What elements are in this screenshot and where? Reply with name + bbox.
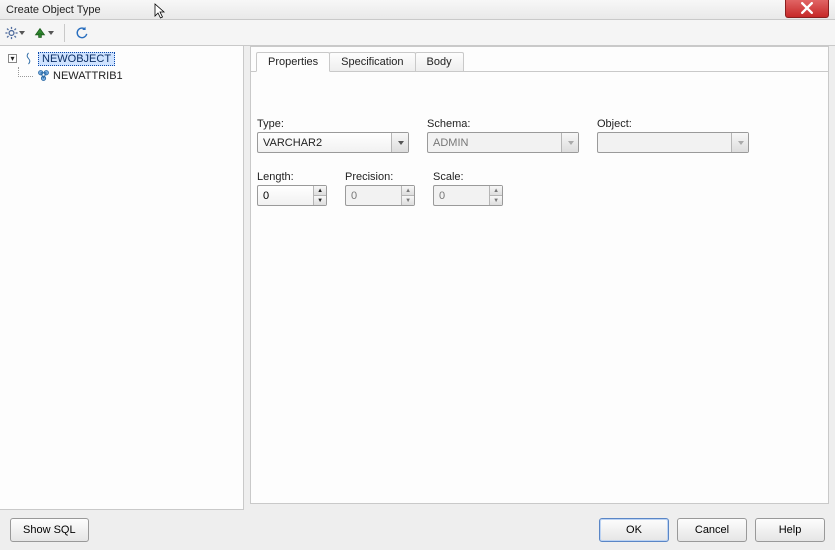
window-title: Create Object Type	[6, 4, 101, 16]
help-button[interactable]: Help	[755, 518, 825, 542]
chevron-down-icon	[19, 31, 25, 35]
scale-input	[439, 190, 489, 202]
chevron-down-icon	[48, 31, 54, 35]
tab-properties-label: Properties	[268, 56, 318, 68]
tabs: Properties Specification Body	[251, 47, 828, 72]
close-button[interactable]	[785, 0, 829, 18]
object-type-icon	[21, 52, 35, 66]
scale-spinner: ▲▼	[433, 185, 503, 206]
tool-refresh-button[interactable]	[71, 23, 93, 43]
cancel-label: Cancel	[695, 524, 729, 536]
chevron-down-icon	[391, 133, 408, 152]
tab-body-label: Body	[427, 56, 452, 68]
length-input[interactable]	[263, 190, 313, 202]
tab-properties[interactable]: Properties	[256, 52, 330, 72]
toolbar	[0, 20, 835, 46]
tab-panel-properties: Type: VARCHAR2 Schema: ADMIN	[251, 72, 828, 503]
chevron-down-icon	[561, 133, 578, 152]
tree-pane: ▾ NEWOBJECT NEWATTRIB1	[0, 46, 244, 510]
add-icon	[33, 26, 47, 40]
tab-specification[interactable]: Specification	[329, 52, 415, 71]
schema-label: Schema:	[427, 118, 579, 130]
cursor-arrow-icon	[154, 3, 168, 21]
type-select[interactable]: VARCHAR2	[257, 132, 409, 153]
right-pane: Properties Specification Body Type: VARC…	[250, 46, 835, 510]
ok-button[interactable]: OK	[599, 518, 669, 542]
refresh-icon	[75, 26, 89, 40]
spinner-buttons: ▲▼	[401, 186, 414, 205]
gear-icon	[5, 26, 18, 40]
footer: Show SQL OK Cancel Help	[0, 510, 835, 550]
tab-specification-label: Specification	[341, 56, 403, 68]
precision-label: Precision:	[345, 171, 415, 183]
spinner-buttons: ▲▼	[489, 186, 502, 205]
chevron-down-icon	[731, 133, 748, 152]
precision-input	[351, 190, 401, 202]
show-sql-button[interactable]: Show SQL	[10, 518, 89, 542]
close-icon	[801, 2, 813, 14]
length-label: Length:	[257, 171, 327, 183]
tree-child-label: NEWATTRIB1	[53, 70, 123, 82]
scale-label: Scale:	[433, 171, 503, 183]
schema-select: ADMIN	[427, 132, 579, 153]
tab-body[interactable]: Body	[415, 52, 464, 71]
toolbar-divider	[64, 24, 65, 42]
tree-child-row[interactable]: NEWATTRIB1	[2, 67, 241, 84]
attribute-icon	[36, 69, 50, 83]
type-label: Type:	[257, 118, 409, 130]
ok-label: OK	[626, 524, 642, 536]
tool-gear-button[interactable]	[4, 23, 26, 43]
tree-root-label: NEWOBJECT	[38, 52, 115, 66]
title-bar: Create Object Type	[0, 0, 835, 20]
cancel-button[interactable]: Cancel	[677, 518, 747, 542]
tool-add-button[interactable]	[28, 23, 58, 43]
spinner-buttons[interactable]: ▲▼	[313, 186, 326, 205]
object-label: Object:	[597, 118, 749, 130]
show-sql-label: Show SQL	[23, 524, 76, 536]
type-value: VARCHAR2	[263, 137, 391, 149]
object-select	[597, 132, 749, 153]
precision-spinner: ▲▼	[345, 185, 415, 206]
schema-value: ADMIN	[433, 137, 561, 149]
length-spinner[interactable]: ▲▼	[257, 185, 327, 206]
tree-collapse-toggle[interactable]: ▾	[8, 54, 17, 63]
help-label: Help	[779, 524, 802, 536]
tree-root-row[interactable]: ▾ NEWOBJECT	[2, 50, 241, 67]
